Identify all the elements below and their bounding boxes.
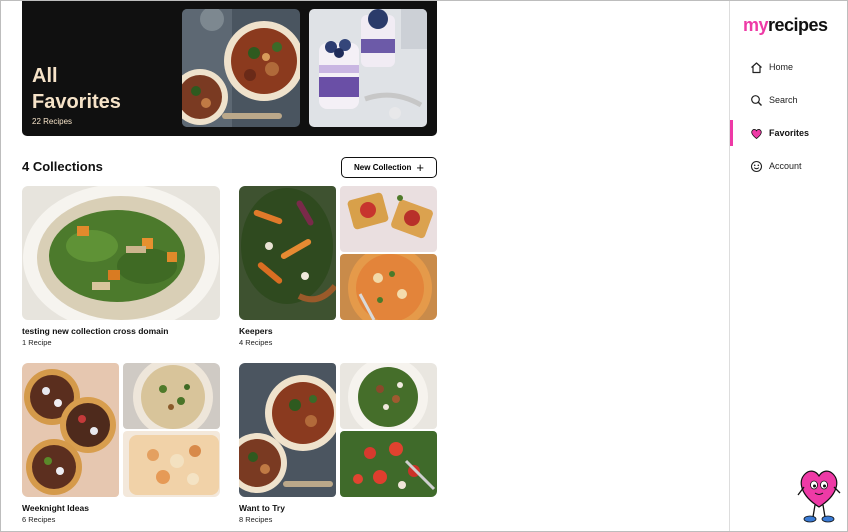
collection-title: Weeknight Ideas [22, 503, 89, 513]
collection-count: 8 Recipes [239, 515, 273, 524]
collection-card[interactable]: Keepers 4 Recipes [239, 186, 437, 347]
new-collection-button[interactable]: New Collection + [341, 157, 437, 178]
nav-item-favorites[interactable]: Favorites [730, 120, 847, 146]
logo-my: my [743, 15, 769, 35]
heart-mascot-illustration [796, 465, 842, 523]
collection-title: testing new collection cross domain [22, 326, 169, 336]
home-icon [749, 60, 763, 74]
collection-title: Want to Try [239, 503, 285, 513]
collection-image-spinach-salad [340, 363, 437, 429]
hero-title: All Favorites [32, 63, 182, 115]
collection-image-grid [22, 363, 220, 497]
collection-card[interactable]: Weeknight Ideas 6 Recipes [22, 363, 220, 524]
new-collection-label: New Collection [354, 163, 412, 172]
collection-card[interactable]: Want to Try 8 Recipes [239, 363, 437, 524]
hero-recipe-count: 22 Recipes [32, 117, 73, 126]
heart-icon [749, 126, 763, 140]
collection-image-tomato-salad [340, 431, 437, 497]
nav-label-account: Account [769, 161, 802, 171]
myrecipes-logo[interactable]: myrecipes [743, 15, 828, 36]
hero-title-line1: All [32, 65, 58, 87]
all-favorites-banner[interactable]: All Favorites 22 Recipes [22, 1, 437, 136]
hero-image-stew [182, 9, 300, 127]
collection-image-casserole [123, 431, 220, 497]
nav-item-search[interactable]: Search [730, 87, 847, 113]
nav-label-home: Home [769, 62, 794, 72]
collection-image-tostadas [22, 363, 119, 497]
main-content: All Favorites 22 Recipes 4 Collections N… [1, 1, 729, 531]
hero-title-line2: Favorites [32, 91, 121, 113]
collection-image-stew [239, 363, 336, 497]
collection-title: Keepers [239, 326, 273, 336]
search-icon [749, 93, 763, 107]
hero-image-parfait [309, 9, 427, 127]
collection-image-grid [239, 186, 437, 320]
nav-label-search: Search [769, 95, 798, 105]
smiley-icon [749, 159, 763, 173]
logo-recipes: recipes [768, 15, 828, 35]
collection-image-toast [340, 186, 437, 252]
collection-count: 4 Recipes [239, 338, 273, 347]
plus-icon: + [416, 159, 424, 175]
collection-count: 1 Recipe [22, 338, 52, 347]
nav-item-account[interactable]: Account [730, 153, 847, 179]
collection-card[interactable]: testing new collection cross domain 1 Re… [22, 186, 220, 347]
nav-label-favorites: Favorites [769, 128, 810, 138]
collection-image-salad [22, 186, 220, 320]
collection-image-carrots [239, 186, 336, 320]
app-window: All Favorites 22 Recipes 4 Collections N… [0, 0, 848, 532]
nav-item-home[interactable]: Home [730, 54, 847, 80]
collection-image-pizza [340, 254, 437, 320]
sidebar: myrecipes Home Search Favorites Account [729, 1, 847, 531]
collection-image-grid [239, 363, 437, 497]
collection-count: 6 Recipes [22, 515, 56, 524]
collections-heading: 4 Collections [22, 159, 103, 174]
collection-image-risotto [123, 363, 220, 429]
